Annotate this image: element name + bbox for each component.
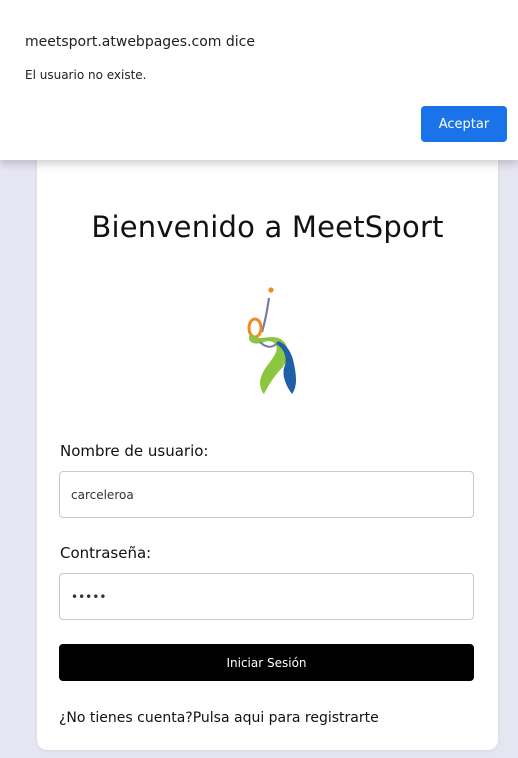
tennis-player-icon [247,287,296,394]
accept-button[interactable]: Aceptar [421,106,507,142]
page-title: Bienvenido a MeetSport [91,210,444,244]
register-link[interactable]: Pulsa aqui para registrarte [193,710,379,726]
alert-dialog: meetsport.atwebpages.com dice El usuario… [0,0,518,160]
password-input[interactable] [59,573,474,620]
login-button[interactable]: Iniciar Sesión [59,644,474,681]
username-label: Nombre de usuario: [60,442,209,460]
password-label: Contraseña: [60,544,152,562]
login-card: Bienvenido a MeetSport Nombre de usuario… [37,160,498,750]
dialog-message: El usuario no existe. [25,68,147,82]
register-question: ¿No tienes cuenta? [59,710,193,726]
username-input[interactable] [59,471,474,518]
dialog-origin: meetsport.atwebpages.com dice [25,34,255,50]
register-prompt: ¿No tienes cuenta?Pulsa aqui para regist… [59,710,379,726]
